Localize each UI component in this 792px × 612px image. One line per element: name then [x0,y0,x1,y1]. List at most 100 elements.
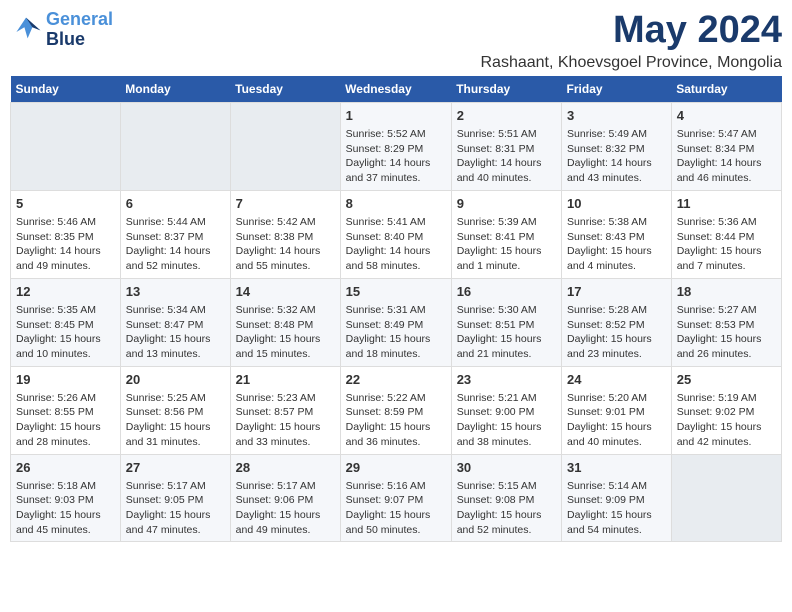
day-info: Sunrise: 5:19 AM Sunset: 9:02 PM Dayligh… [677,391,776,450]
calendar-cell: 11Sunrise: 5:36 AM Sunset: 8:44 PM Dayli… [671,190,781,278]
day-info: Sunrise: 5:28 AM Sunset: 8:52 PM Dayligh… [567,303,666,362]
day-number: 24 [567,371,666,389]
day-info: Sunrise: 5:49 AM Sunset: 8:32 PM Dayligh… [567,127,666,186]
calendar-cell: 6 Sunrise: 5:44 AM Sunset: 8:37 PM Daylig… [120,190,230,278]
logo: General Blue [10,10,113,50]
day-number: 19 [16,371,115,389]
day-number: 14 [236,283,335,301]
day-info: Sunrise: 5:44 AM Sunset: 8:37 PM Dayligh… [126,215,225,274]
day-info: Sunrise: 5:35 AM Sunset: 8:45 PM Dayligh… [16,303,115,362]
day-number: 7 [236,195,335,213]
day-number: 8 [346,195,446,213]
day-info: Sunrise: 5:23 AM Sunset: 8:57 PM Dayligh… [236,391,335,450]
day-number: 22 [346,371,446,389]
day-number: 1 [346,107,446,125]
header-tuesday: Tuesday [230,76,340,103]
calendar-cell [11,102,121,190]
calendar-cell [120,102,230,190]
day-info: Sunrise: 5:27 AM Sunset: 8:53 PM Dayligh… [677,303,776,362]
day-info: Sunrise: 5:22 AM Sunset: 8:59 PM Dayligh… [346,391,446,450]
day-info: Sunrise: 5:30 AM Sunset: 8:51 PM Dayligh… [457,303,556,362]
calendar-cell: 20Sunrise: 5:25 AM Sunset: 8:56 PM Dayli… [120,366,230,454]
day-number: 28 [236,459,335,477]
calendar-cell: 8 Sunrise: 5:41 AM Sunset: 8:40 PM Daylig… [340,190,451,278]
title-block: May 2024 Rashaant, Khoevsgoel Province, … [480,10,782,72]
day-info: Sunrise: 5:17 AM Sunset: 9:06 PM Dayligh… [236,479,335,538]
day-info: Sunrise: 5:20 AM Sunset: 9:01 PM Dayligh… [567,391,666,450]
day-number: 9 [457,195,556,213]
day-number: 3 [567,107,666,125]
calendar-cell: 23 Sunrise: 5:21 AM Sunset: 9:00 PM Dayli… [451,366,561,454]
calendar-week-3: 19Sunrise: 5:26 AM Sunset: 8:55 PM Dayli… [11,366,782,454]
calendar-cell: 30Sunrise: 5:15 AM Sunset: 9:08 PM Dayli… [451,454,561,542]
header-thursday: Thursday [451,76,561,103]
logo-icon [10,16,42,44]
header-monday: Monday [120,76,230,103]
day-info: Sunrise: 5:14 AM Sunset: 9:09 PM Dayligh… [567,479,666,538]
day-number: 30 [457,459,556,477]
day-number: 4 [677,107,776,125]
calendar-cell: 25 Sunrise: 5:19 AM Sunset: 9:02 PM Dayli… [671,366,781,454]
main-title: May 2024 [480,10,782,52]
subtitle: Rashaant, Khoevsgoel Province, Mongolia [480,54,782,72]
day-number: 18 [677,283,776,301]
day-info: Sunrise: 5:51 AM Sunset: 8:31 PM Dayligh… [457,127,556,186]
day-info: Sunrise: 5:18 AM Sunset: 9:03 PM Dayligh… [16,479,115,538]
day-info: Sunrise: 5:21 AM Sunset: 9:00 PM Dayligh… [457,391,556,450]
day-number: 13 [126,283,225,301]
day-info: Sunrise: 5:47 AM Sunset: 8:34 PM Dayligh… [677,127,776,186]
calendar-cell: 28 Sunrise: 5:17 AM Sunset: 9:06 PM Dayli… [230,454,340,542]
day-number: 10 [567,195,666,213]
calendar-cell: 29 Sunrise: 5:16 AM Sunset: 9:07 PM Dayli… [340,454,451,542]
calendar-cell: 22 Sunrise: 5:22 AM Sunset: 8:59 PM Dayli… [340,366,451,454]
calendar-cell: 12 Sunrise: 5:35 AM Sunset: 8:45 PM Dayli… [11,278,121,366]
day-number: 26 [16,459,115,477]
calendar-table: SundayMondayTuesdayWednesdayThursdayFrid… [10,76,782,543]
day-number: 17 [567,283,666,301]
day-number: 12 [16,283,115,301]
calendar-cell: 31 Sunrise: 5:14 AM Sunset: 9:09 PM Dayli… [562,454,672,542]
day-info: Sunrise: 5:38 AM Sunset: 8:43 PM Dayligh… [567,215,666,274]
calendar-cell: 2 Sunrise: 5:51 AM Sunset: 8:31 PM Daylig… [451,102,561,190]
header-wednesday: Wednesday [340,76,451,103]
calendar-cell: 16 Sunrise: 5:30 AM Sunset: 8:51 PM Dayli… [451,278,561,366]
calendar-week-0: 1 Sunrise: 5:52 AM Sunset: 8:29 PM Daylig… [11,102,782,190]
day-number: 16 [457,283,556,301]
calendar-cell: 7Sunrise: 5:42 AM Sunset: 8:38 PM Daylig… [230,190,340,278]
calendar-cell: 13 Sunrise: 5:34 AM Sunset: 8:47 PM Dayli… [120,278,230,366]
day-number: 2 [457,107,556,125]
calendar-cell: 10 Sunrise: 5:38 AM Sunset: 8:43 PM Dayli… [562,190,672,278]
page-header: General Blue May 2024 Rashaant, Khoevsgo… [10,10,782,72]
header-saturday: Saturday [671,76,781,103]
calendar-cell: 14Sunrise: 5:32 AM Sunset: 8:48 PM Dayli… [230,278,340,366]
day-number: 31 [567,459,666,477]
day-info: Sunrise: 5:52 AM Sunset: 8:29 PM Dayligh… [346,127,446,186]
calendar-cell: 18 Sunrise: 5:27 AM Sunset: 8:53 PM Dayli… [671,278,781,366]
day-info: Sunrise: 5:46 AM Sunset: 8:35 PM Dayligh… [16,215,115,274]
day-number: 25 [677,371,776,389]
calendar-cell: 15 Sunrise: 5:31 AM Sunset: 8:49 PM Dayli… [340,278,451,366]
calendar-header: SundayMondayTuesdayWednesdayThursdayFrid… [11,76,782,103]
day-info: Sunrise: 5:25 AM Sunset: 8:56 PM Dayligh… [126,391,225,450]
calendar-cell: 19Sunrise: 5:26 AM Sunset: 8:55 PM Dayli… [11,366,121,454]
day-number: 29 [346,459,446,477]
calendar-cell: 3 Sunrise: 5:49 AM Sunset: 8:32 PM Daylig… [562,102,672,190]
calendar-week-4: 26 Sunrise: 5:18 AM Sunset: 9:03 PM Dayli… [11,454,782,542]
logo-text: General Blue [46,10,113,50]
day-info: Sunrise: 5:17 AM Sunset: 9:05 PM Dayligh… [126,479,225,538]
calendar-cell [671,454,781,542]
calendar-cell: 21Sunrise: 5:23 AM Sunset: 8:57 PM Dayli… [230,366,340,454]
calendar-cell: 27Sunrise: 5:17 AM Sunset: 9:05 PM Dayli… [120,454,230,542]
day-number: 6 [126,195,225,213]
day-info: Sunrise: 5:41 AM Sunset: 8:40 PM Dayligh… [346,215,446,274]
day-info: Sunrise: 5:31 AM Sunset: 8:49 PM Dayligh… [346,303,446,362]
day-info: Sunrise: 5:16 AM Sunset: 9:07 PM Dayligh… [346,479,446,538]
calendar-cell: 1 Sunrise: 5:52 AM Sunset: 8:29 PM Daylig… [340,102,451,190]
calendar-cell: 9Sunrise: 5:39 AM Sunset: 8:41 PM Daylig… [451,190,561,278]
day-info: Sunrise: 5:34 AM Sunset: 8:47 PM Dayligh… [126,303,225,362]
header-sunday: Sunday [11,76,121,103]
day-number: 15 [346,283,446,301]
calendar-week-2: 12 Sunrise: 5:35 AM Sunset: 8:45 PM Dayli… [11,278,782,366]
day-number: 23 [457,371,556,389]
calendar-cell: 4 Sunrise: 5:47 AM Sunset: 8:34 PM Daylig… [671,102,781,190]
